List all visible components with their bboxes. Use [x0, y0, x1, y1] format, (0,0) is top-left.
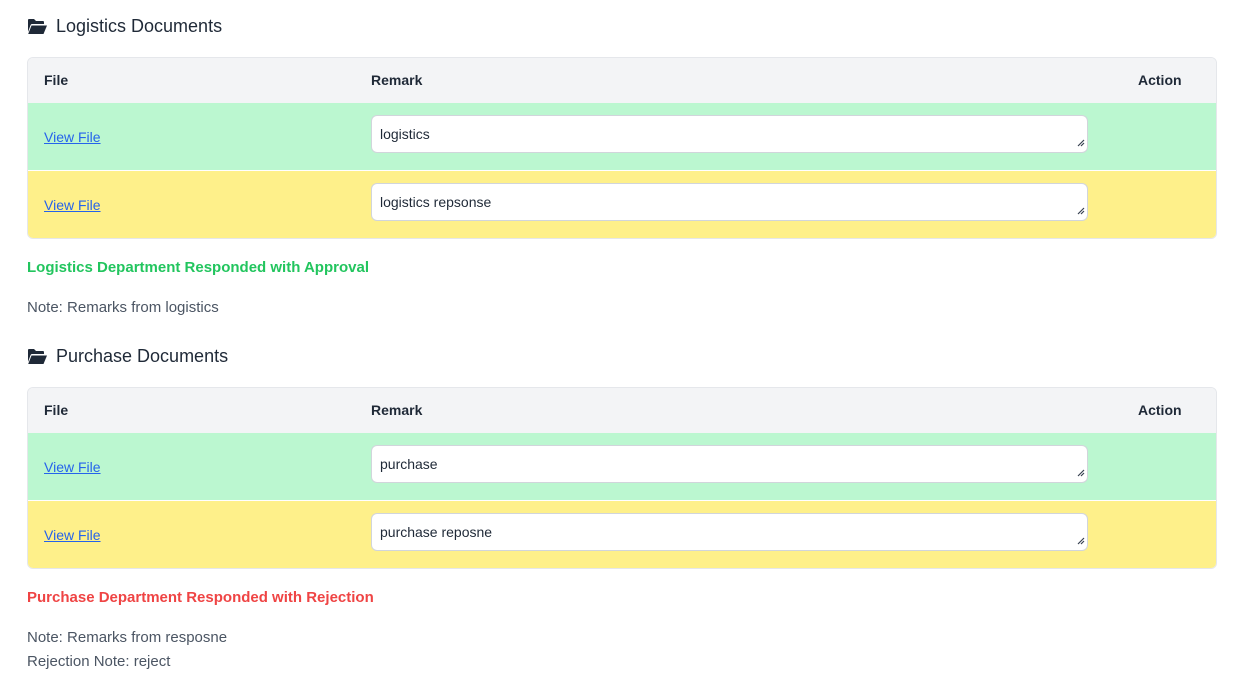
- table-row: View File purchase reposne: [28, 501, 1216, 568]
- rejection-note: Rejection Note: reject: [27, 653, 171, 670]
- remark-textarea[interactable]: logistics: [371, 115, 1088, 153]
- purchase-note: Note: Remarks from resposne: [27, 629, 228, 646]
- column-header-action: Action: [1138, 402, 1182, 418]
- logistics-documents-table: File Remark Action View File logistics V…: [27, 57, 1217, 239]
- section-title-text: Logistics Documents: [56, 16, 223, 36]
- table-row: View File logistics: [28, 103, 1216, 170]
- column-header-action: Action: [1138, 72, 1182, 88]
- logistics-note: Note: Remarks from logistics: [27, 299, 219, 316]
- column-header-remark: Remark: [371, 72, 423, 88]
- purchase-status-message: Purchase Department Responded with Rejec…: [27, 589, 374, 606]
- folder-open-icon: [27, 18, 48, 35]
- purchase-documents-table: File Remark Action View File purchase Vi…: [27, 387, 1217, 569]
- resize-grip-icon[interactable]: [1076, 464, 1085, 480]
- remark-value: logistics repsonse: [380, 194, 492, 210]
- remark-value: purchase reposne: [380, 524, 493, 540]
- section-title-text: Purchase Documents: [56, 346, 229, 366]
- logistics-section-title: Logistics Documents: [27, 16, 222, 37]
- table-row: View File logistics repsonse: [28, 171, 1216, 238]
- page: Logistics Documents File Remark Action V…: [0, 0, 1241, 697]
- resize-grip-icon[interactable]: [1076, 202, 1085, 218]
- view-file-link[interactable]: View File: [44, 129, 101, 145]
- view-file-link[interactable]: View File: [44, 527, 101, 543]
- logistics-status-message: Logistics Department Responded with Appr…: [27, 259, 369, 276]
- table-row: View File purchase: [28, 433, 1216, 500]
- remark-textarea[interactable]: logistics repsonse: [371, 183, 1088, 221]
- view-file-link[interactable]: View File: [44, 459, 101, 475]
- remark-textarea[interactable]: purchase reposne: [371, 513, 1088, 551]
- resize-grip-icon[interactable]: [1076, 134, 1085, 150]
- resize-grip-icon[interactable]: [1076, 532, 1085, 548]
- remark-textarea[interactable]: purchase: [371, 445, 1088, 483]
- table-header: File Remark Action: [28, 58, 1216, 104]
- column-header-file: File: [44, 72, 69, 88]
- table-header: File Remark Action: [28, 388, 1216, 434]
- remark-value: logistics: [380, 126, 430, 142]
- column-header-file: File: [44, 402, 69, 418]
- remark-value: purchase: [380, 456, 438, 472]
- column-header-remark: Remark: [371, 402, 423, 418]
- purchase-section-title: Purchase Documents: [27, 346, 228, 367]
- folder-open-icon: [27, 348, 48, 365]
- view-file-link[interactable]: View File: [44, 197, 101, 213]
